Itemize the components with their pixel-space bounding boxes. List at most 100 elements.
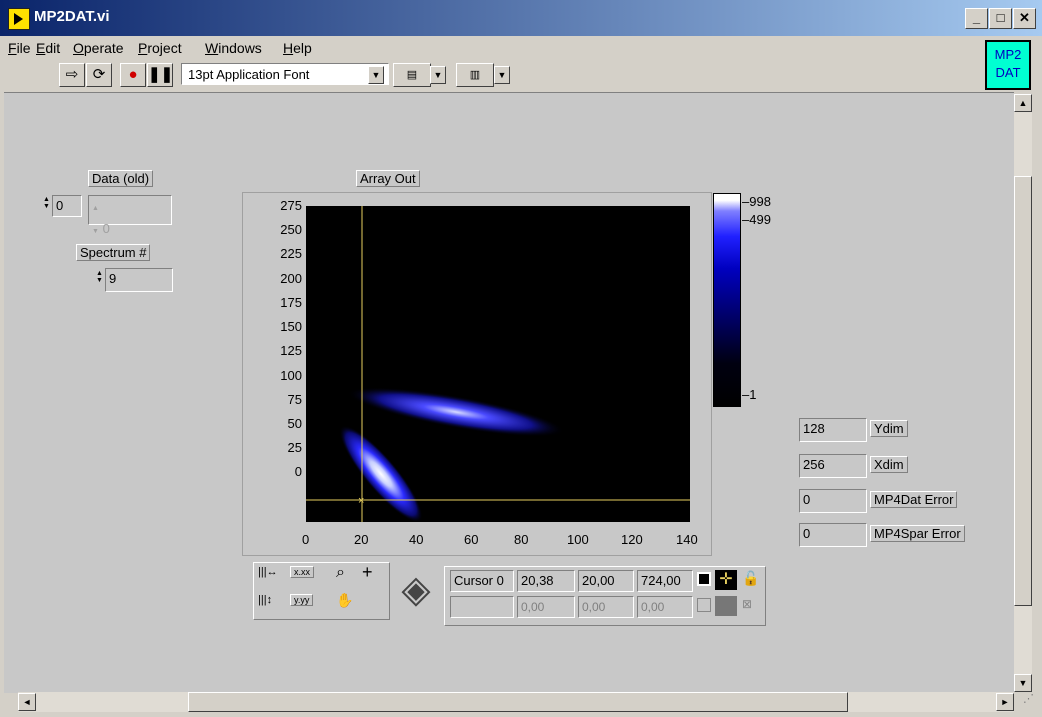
align-dropdown-arrow[interactable]: ▼ <box>430 66 446 84</box>
array-out-label: Array Out <box>356 170 420 187</box>
cursor-lock-icon[interactable]: 🔓 <box>742 570 759 587</box>
x-tick: 100 <box>567 532 589 547</box>
horizontal-scroll-thumb[interactable] <box>188 692 848 712</box>
mp4dat-error-label: MP4Dat Error <box>870 491 958 508</box>
menu-windows[interactable]: Windows <box>205 40 262 56</box>
close-button[interactable]: ✕ <box>1013 8 1036 29</box>
y-tick: 225 <box>280 246 302 261</box>
color-scale-tick: –499 <box>742 212 771 227</box>
x-tick: 120 <box>621 532 643 547</box>
pan-hand-icon[interactable]: ✋ <box>336 592 353 609</box>
vertical-scroll-thumb[interactable] <box>1014 176 1032 606</box>
cursor-dim-style-icon <box>697 598 711 612</box>
menu-file[interactable]: File <box>8 40 31 56</box>
horizontal-scrollbar[interactable]: ◄ ► <box>18 692 1032 712</box>
run-continuously-icon[interactable]: ⟳ <box>86 63 112 87</box>
cursor-move-diamond-icon[interactable]: ◈ <box>392 568 440 616</box>
maximize-button[interactable]: □ <box>989 8 1012 29</box>
y-format-button[interactable]: y.yy <box>290 594 314 606</box>
cursor-z-value[interactable]: 724,00 <box>637 570 693 592</box>
cursor-dim-lock-icon: ⊠ <box>742 597 753 611</box>
labview-vi-icon <box>8 8 30 30</box>
scroll-up-arrow[interactable]: ▲ <box>1014 94 1032 112</box>
color-scale-mid: 499 <box>749 212 771 227</box>
data-old-index-incdec[interactable]: ▲ ▼ <box>42 196 51 210</box>
ydim-indicator: 128 <box>799 418 867 442</box>
intensity-plot-area[interactable]: × <box>306 206 690 522</box>
y-tick: 75 <box>287 392 302 407</box>
pause-icon[interactable]: ❚❚ <box>147 63 173 87</box>
x-format-button[interactable]: x.xx <box>290 566 315 578</box>
cursor-dim-x: 0,00 <box>517 596 575 618</box>
distribute-objects-icon[interactable]: ▥ <box>456 63 494 87</box>
menu-help[interactable]: Help <box>283 40 312 56</box>
y-tick: 25 <box>287 440 302 455</box>
color-scale-min: 1 <box>749 387 757 402</box>
zoom-icon[interactable]: ⌕ <box>336 564 345 582</box>
cursor-y-value[interactable]: 20,00 <box>578 570 634 592</box>
xdim-indicator: 256 <box>799 454 867 478</box>
font-select[interactable]: 13pt Application Font <box>181 63 389 85</box>
cursor-x-value[interactable]: 20,38 <box>517 570 575 592</box>
data-old-label: Data (old) <box>88 170 154 187</box>
scroll-right-arrow[interactable]: ► <box>996 693 1014 711</box>
y-tick: 250 <box>280 222 302 237</box>
crosshair-icon[interactable]: + <box>362 562 373 583</box>
spectrum-input[interactable]: 9 <box>105 268 173 292</box>
color-scale-max: 998 <box>749 194 771 209</box>
cursor-name[interactable]: Cursor 0 <box>450 570 514 592</box>
y-tick: 125 <box>280 343 302 358</box>
run-arrow-icon[interactable]: ⇨ <box>59 63 85 87</box>
title-bar: MP2DAT.vi _ □ ✕ <box>0 0 1042 36</box>
window-title: MP2DAT.vi <box>34 8 110 25</box>
autoscale-x-icon[interactable]: |||↔ <box>258 566 278 578</box>
vi-icon-line1: MP2 <box>994 47 1022 62</box>
y-tick: 275 <box>280 198 302 213</box>
cursor-dim-crosshair-icon <box>715 596 737 616</box>
mp4spar-error-indicator: 0 <box>799 523 867 547</box>
cursor-dim-name <box>450 596 514 618</box>
color-scale-tick: –998 <box>742 194 771 209</box>
autoscale-y-icon[interactable]: |||↕ <box>258 594 272 606</box>
spectrum-label: Spectrum # <box>76 244 151 261</box>
vi-connector-icon[interactable]: MP2 DAT <box>985 40 1031 90</box>
menu-operate[interactable]: Operate <box>73 40 124 56</box>
mp4spar-error-label: MP4Spar Error <box>870 525 965 542</box>
cursor-dim-y: 0,00 <box>578 596 634 618</box>
spectrum-incdec[interactable]: ▲ ▼ <box>95 270 104 284</box>
data-old-value: ▲ ▼ 0 <box>88 195 172 236</box>
x-tick: 20 <box>354 532 369 547</box>
y-tick: 50 <box>287 416 302 431</box>
menu-edit[interactable]: Edit <box>36 40 60 56</box>
data-old-index[interactable]: 0 <box>52 195 82 217</box>
cursor-dim-z: 0,00 <box>637 596 693 618</box>
scroll-down-arrow[interactable]: ▼ <box>1014 674 1032 692</box>
minimize-button[interactable]: _ <box>965 8 988 29</box>
color-scale-tick: –1 <box>742 387 757 402</box>
vertical-scrollbar[interactable]: ▲ ▼ <box>1014 94 1032 692</box>
x-tick: 60 <box>464 532 479 547</box>
menu-project[interactable]: Project <box>138 40 182 56</box>
align-objects-icon[interactable]: ▤ <box>393 63 431 87</box>
x-tick: 140 <box>676 532 698 547</box>
cursor-point-marker[interactable]: × <box>358 495 364 507</box>
font-dropdown-arrow[interactable]: ▼ <box>368 66 384 84</box>
y-tick: 100 <box>280 368 302 383</box>
color-scale-bar[interactable] <box>713 193 741 407</box>
resize-grip-icon[interactable]: ⋰ <box>1014 692 1034 712</box>
y-tick: 175 <box>280 295 302 310</box>
distribute-dropdown-arrow[interactable]: ▼ <box>494 66 510 84</box>
cursor-crosshair-icon[interactable]: ✛ <box>715 570 737 590</box>
y-tick: 200 <box>280 271 302 286</box>
scroll-left-arrow[interactable]: ◄ <box>18 693 36 711</box>
cursor-style-icon[interactable] <box>697 572 711 586</box>
y-tick: 0 <box>294 464 302 479</box>
vi-icon-line2: DAT <box>995 65 1021 80</box>
x-tick: 80 <box>514 532 529 547</box>
data-old-value-text: 0 <box>102 221 110 236</box>
mp4dat-error-indicator: 0 <box>799 489 867 513</box>
x-tick: 40 <box>409 532 424 547</box>
abort-icon[interactable]: ● <box>120 63 146 87</box>
xdim-label: Xdim <box>870 456 908 473</box>
ydim-label: Ydim <box>870 420 908 437</box>
